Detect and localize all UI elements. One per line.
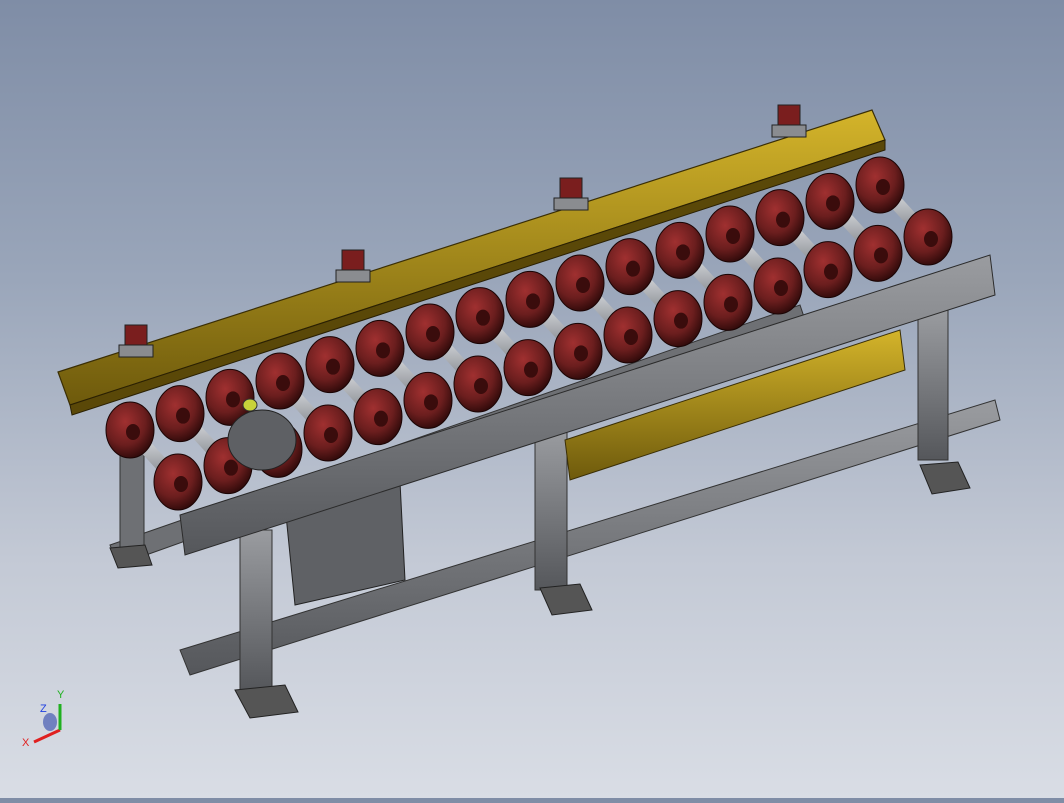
y-axis-label: Y (57, 689, 65, 701)
roller-hub (326, 358, 340, 375)
coordinate-triad: X Y Z (22, 689, 65, 749)
x-axis-label: X (22, 737, 30, 749)
graphics-viewport[interactable]: X Y Z (0, 0, 1064, 798)
model-canvas[interactable]: X Y Z (0, 0, 1064, 798)
roller-hub (626, 260, 640, 277)
roller-hub (376, 342, 390, 359)
roller-hub (276, 375, 290, 391)
roller-hub (676, 244, 690, 261)
roller-hub (476, 309, 490, 326)
roller-hub (874, 247, 888, 264)
z-axis-arrow (43, 713, 57, 731)
roller-hub (474, 378, 488, 394)
roller-hub (726, 228, 740, 244)
roller-hub (426, 326, 440, 342)
roller-hub (574, 345, 588, 362)
roller-hub (126, 424, 140, 440)
roller-hub (924, 231, 938, 247)
roller-hub (526, 293, 540, 310)
roller-hub (176, 407, 190, 424)
roller-hub (826, 195, 840, 212)
roller-hub (876, 179, 890, 195)
roller-hub (524, 361, 538, 378)
roller-hub (674, 312, 688, 329)
roller-hub (374, 410, 388, 427)
roller-hub (424, 394, 438, 411)
roller-hub (576, 277, 590, 293)
roller-hub (174, 476, 188, 492)
roller-hub (776, 211, 790, 228)
roller-hub (774, 280, 788, 296)
z-axis-label: Z (40, 703, 47, 715)
roller-hub (624, 329, 638, 345)
roller-hub (724, 296, 738, 313)
roller-hub (824, 263, 838, 280)
x-axis-arrow (33, 728, 61, 744)
roller-hub (226, 391, 240, 408)
roller-hub (324, 427, 338, 443)
roller-hub (224, 459, 238, 476)
